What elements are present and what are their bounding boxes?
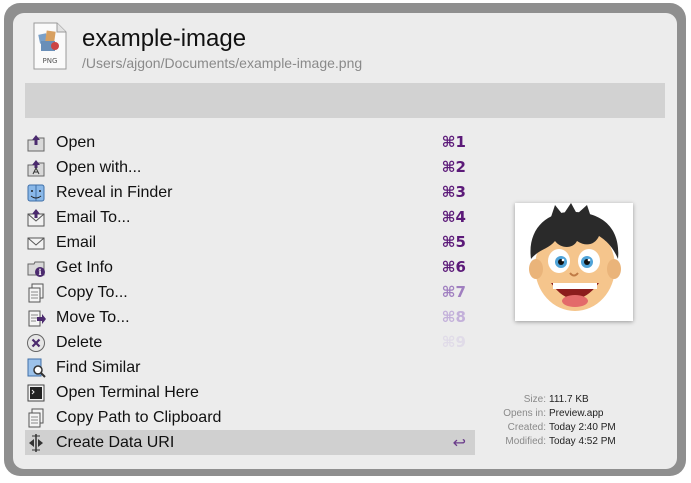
move-icon [26, 308, 46, 328]
keyboard-shortcut: ⌘1 [441, 133, 466, 151]
action-label: Get Info [56, 259, 113, 276]
action-delete[interactable]: Delete ⌘9 [25, 330, 475, 355]
svg-text:i: i [38, 267, 41, 277]
action-open-terminal-here[interactable]: Open Terminal Here [25, 380, 475, 405]
created-value: Today 2:40 PM [549, 422, 616, 433]
action-email-to[interactable]: Email To... ⌘4 [25, 205, 475, 230]
terminal-icon [26, 383, 46, 403]
png-file-icon: PNG [32, 22, 68, 70]
file-type-badge: PNG [43, 57, 58, 65]
return-key-icon: ↩ [452, 433, 466, 452]
action-create-data-uri[interactable]: Create Data URI ↩ [25, 430, 475, 455]
action-reveal-in-finder[interactable]: Reveal in Finder ⌘3 [25, 180, 475, 205]
open-with-icon [26, 158, 46, 178]
keyboard-shortcut: ⌘3 [441, 183, 466, 201]
action-label: Find Similar [56, 359, 141, 376]
action-get-info[interactable]: i Get Info ⌘6 [25, 255, 475, 280]
email-icon [26, 233, 46, 253]
file-path: /Users/ajgon/Documents/example-image.png [82, 55, 363, 71]
keyboard-shortcut: ⌘6 [441, 258, 466, 276]
action-label: Email To... [56, 209, 131, 226]
find-similar-icon [26, 358, 46, 378]
action-open[interactable]: Open ⌘1 [25, 130, 475, 155]
modified-label: Modified: [505, 436, 546, 447]
finder-icon [26, 183, 46, 203]
email-to-icon [26, 208, 46, 228]
created-label: Created: [507, 422, 546, 433]
data-uri-icon [26, 433, 46, 453]
action-list: Open ⌘1 Open with... ⌘2 Reveal in Finder ⌘3 Em… [25, 130, 475, 455]
action-copy-to[interactable]: Copy To... ⌘7 [25, 280, 475, 305]
opens-in-value: Preview.app [549, 408, 604, 419]
file-title: example-image [82, 25, 247, 52]
open-icon [26, 133, 46, 153]
info-icon: i [26, 258, 46, 278]
action-label: Email [56, 234, 97, 251]
delete-icon [26, 333, 46, 353]
keyboard-shortcut: ⌘2 [441, 158, 466, 176]
search-input[interactable] [25, 83, 665, 118]
action-label: Create Data URI [56, 434, 175, 451]
size-value: 111.7 KB [549, 394, 589, 405]
action-label: Open Terminal Here [56, 384, 199, 401]
size-label: Size: [523, 394, 546, 405]
action-email[interactable]: Email ⌘5 [25, 230, 475, 255]
action-copy-path-to-clipboard[interactable]: Copy Path to Clipboard [25, 405, 475, 430]
clipboard-icon [26, 408, 46, 428]
action-label: Copy To... [56, 284, 128, 301]
action-label: Move To... [56, 309, 130, 326]
action-label: Reveal in Finder [56, 184, 173, 201]
action-find-similar[interactable]: Find Similar [25, 355, 475, 380]
modified-value: Today 4:52 PM [549, 436, 616, 447]
action-move-to[interactable]: Move To... ⌘8 [25, 305, 475, 330]
keyboard-shortcut: ⌘8 [441, 308, 466, 326]
action-label: Delete [56, 334, 103, 351]
opens-in-label: Opens in: [503, 408, 546, 419]
image-preview [515, 203, 633, 321]
action-label: Copy Path to Clipboard [56, 409, 222, 426]
action-label: Open with... [56, 159, 142, 176]
keyboard-shortcut: ⌘5 [441, 233, 466, 251]
action-open-with[interactable]: Open with... ⌘2 [25, 155, 475, 180]
keyboard-shortcut: ⌘4 [441, 208, 466, 226]
metadata-labels: Size: Opens in: Created: Modified: [503, 393, 546, 449]
metadata-values: 111.7 KB Preview.app Today 2:40 PM Today… [549, 393, 616, 449]
keyboard-shortcut: ⌘9 [441, 333, 466, 351]
action-label: Open [56, 134, 96, 151]
keyboard-shortcut: ⌘7 [441, 283, 466, 301]
copy-icon [26, 283, 46, 303]
